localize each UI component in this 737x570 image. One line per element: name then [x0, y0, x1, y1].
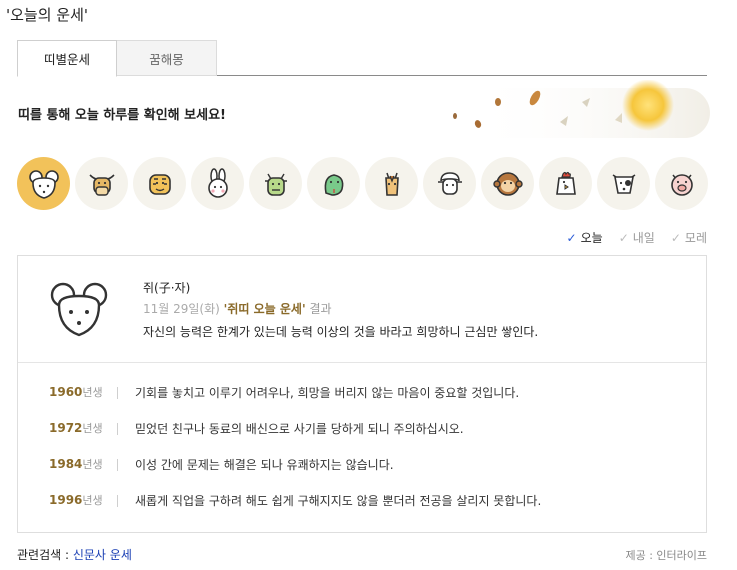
year-fortune-text: 이성 간에 문제는 해결은 되나 유쾌하지는 않습니다. — [135, 458, 394, 472]
divider — [117, 423, 118, 435]
check-icon: ✓ — [670, 230, 681, 245]
result-suffix: 결과 — [309, 302, 332, 316]
year-fortune-text: 기회를 놓치고 이루기 어려우나, 희망을 버리지 않는 마음이 중요할 것입니… — [135, 386, 520, 400]
fortune-tabs: 띠별운세 꿈해몽 — [17, 40, 707, 77]
horse-icon — [384, 172, 399, 196]
rat-icon — [50, 282, 108, 337]
year-row: 1972년생 믿었던 친구나 동료의 배신으로 사기를 당하게 되니 주의하십시… — [18, 417, 706, 439]
dragon-icon — [264, 173, 287, 196]
year-label: 1972년생 — [49, 421, 103, 435]
divider — [117, 459, 118, 471]
day-tab-tomorrow[interactable]: ✓ 내일 — [619, 229, 655, 246]
fortune-summary: 쥐(子·자) 11월 29일(화) '쥐띠 오늘 운세' 결과 자신의 능력은 … — [18, 256, 706, 363]
check-icon: ✓ — [566, 230, 577, 245]
zodiac-rabbit[interactable] — [191, 157, 244, 210]
fortune-summary-text: 자신의 능력은 한계가 있는데 능력 이상의 것을 바라고 희망하니 근심만 쌓… — [143, 325, 539, 339]
day-tab-label: 오늘 — [580, 231, 603, 245]
tab-zodiac-fortune[interactable]: 띠별운세 — [17, 40, 117, 77]
monkey-icon — [492, 171, 523, 196]
zodiac-dragon[interactable] — [249, 157, 302, 210]
zodiac-ox[interactable] — [75, 157, 128, 210]
result-date: 11월 29일(화) — [143, 302, 220, 316]
zodiac-monkey[interactable] — [481, 157, 534, 210]
year-label: 1960년생 — [49, 385, 103, 399]
year-row: 1960년생 기회를 놓치고 이루기 어려우나, 희망을 버리지 않는 마음이 … — [18, 381, 706, 403]
year-row: 1984년생 이성 간에 문제는 해결은 되나 유쾌하지는 않습니다. — [18, 453, 706, 475]
sheep-icon — [437, 171, 462, 195]
divider — [117, 387, 118, 399]
day-tab-day-after[interactable]: ✓ 모레 — [671, 229, 707, 246]
provider-credit: 제공 : 인터라이프 — [625, 549, 707, 562]
headline: 띠를 통해 오늘 하루를 확인해 보세요! — [18, 108, 226, 123]
zodiac-rooster[interactable] — [539, 157, 592, 210]
zodiac-rat[interactable] — [17, 157, 70, 210]
year-fortune-text: 새롭게 직업을 구하려 해도 쉽게 구해지지도 않을 뿐더러 전공을 살리지 못… — [135, 494, 542, 508]
year-label: 1996년생 — [49, 493, 103, 507]
zodiac-sheep[interactable] — [423, 157, 476, 210]
day-tab-today[interactable]: ✓ 오늘 — [567, 229, 603, 246]
related-search: 관련검색 : 신문사 운세 — [17, 546, 132, 563]
rat-icon — [28, 169, 59, 199]
day-selector: ✓ 오늘 ✓ 내일 ✓ 모레 — [567, 229, 707, 246]
fortune-link[interactable]: '쥐띠 오늘 운세' — [224, 302, 306, 316]
rabbit-icon — [207, 167, 228, 198]
pig-icon — [670, 173, 693, 196]
animal-name: 쥐(子·자) — [143, 281, 191, 295]
result-line: 11월 29일(화) '쥐띠 오늘 운세' 결과 — [143, 300, 332, 317]
day-tab-label: 내일 — [632, 231, 655, 245]
zodiac-dog[interactable] — [597, 157, 650, 210]
zodiac-selector — [17, 157, 708, 211]
tab-dream-interpretation[interactable]: 꿈해몽 — [117, 40, 217, 76]
fortune-result-card: 쥐(子·자) 11월 29일(화) '쥐띠 오늘 운세' 결과 자신의 능력은 … — [17, 255, 707, 533]
zodiac-pig[interactable] — [655, 157, 708, 210]
ox-icon — [88, 173, 115, 196]
year-fortune-text: 믿었던 친구나 동료의 배신으로 사기를 당하게 되니 주의하십시오. — [135, 422, 464, 436]
tiger-icon — [148, 173, 171, 195]
related-search-label: 관련검색 : — [17, 548, 73, 562]
year-label: 1984년생 — [49, 457, 103, 471]
rooster-icon — [555, 171, 576, 195]
zodiac-horse[interactable] — [365, 157, 418, 210]
check-icon: ✓ — [618, 230, 629, 245]
autumn-leaves-banner — [453, 80, 710, 138]
day-tab-label: 모레 — [684, 231, 707, 245]
year-row: 1996년생 새롭게 직업을 구하려 해도 쉽게 구해지지도 않을 뿐더러 전공… — [18, 489, 706, 511]
zodiac-snake[interactable] — [307, 157, 360, 210]
dog-icon — [612, 173, 635, 194]
zodiac-tiger[interactable] — [133, 157, 186, 210]
related-search-link[interactable]: 신문사 운세 — [73, 548, 132, 562]
page-title: '오늘의 운세' — [6, 6, 89, 24]
divider — [117, 495, 118, 507]
snake-icon — [324, 173, 343, 196]
